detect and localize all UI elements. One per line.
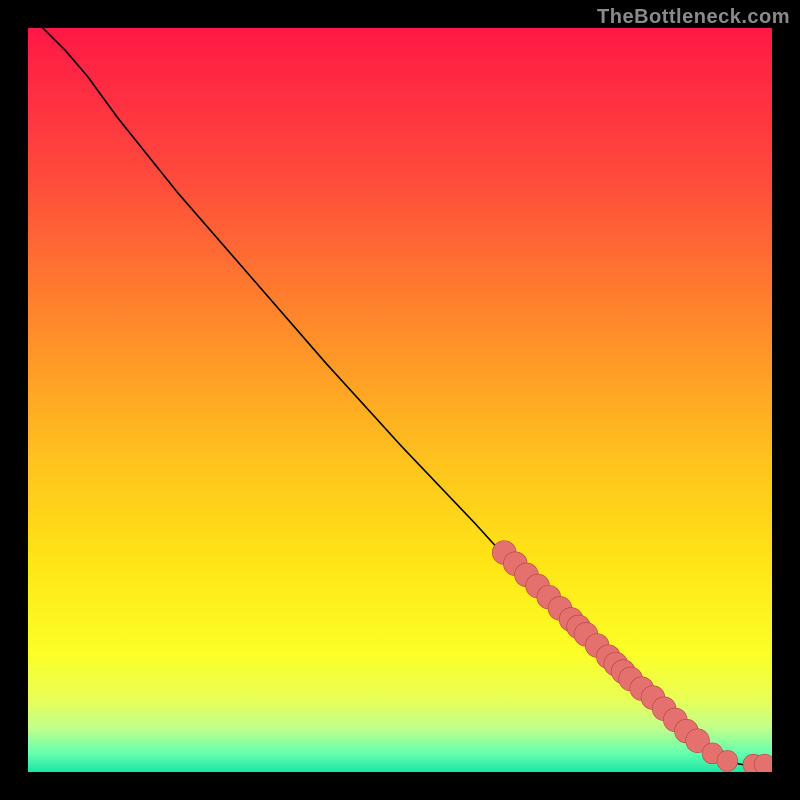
attribution-label: TheBottleneck.com xyxy=(597,6,790,29)
chart-plot xyxy=(28,28,772,772)
chart-stage: TheBottleneck.com xyxy=(0,0,800,800)
chart-marker xyxy=(717,750,738,771)
chart-background xyxy=(28,28,772,772)
